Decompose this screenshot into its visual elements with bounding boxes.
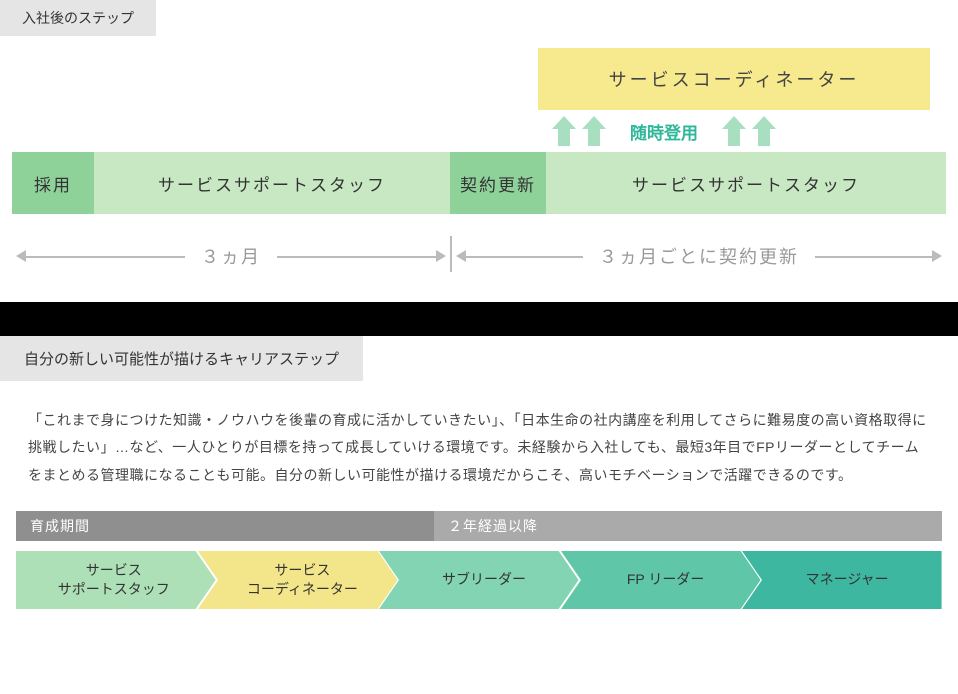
up-arrow-icon [722, 116, 746, 146]
segment-contract-renew: 契約更新 [450, 152, 546, 214]
promotion-label: 随時登用 [630, 119, 698, 144]
arrow-left-icon [456, 250, 466, 262]
segment-support-staff-2: サービスサポートスタッフ [546, 152, 946, 214]
career-step-chevron: FP リーダー [561, 551, 761, 609]
career-step-chevron: サブリーダー [379, 551, 579, 609]
onboarding-steps-section: 入社後のステップ サービスコーディネーター 随時登用 採用 サービスサポートスタ… [0, 0, 958, 302]
employment-flow-bar: 採用 サービスサポートスタッフ 契約更新 サービスサポートスタッフ [12, 152, 946, 214]
section-divider [0, 302, 958, 336]
career-step-chevron: サービス コーディネーター [198, 551, 398, 609]
career-step-chevron: マネージャー [742, 551, 942, 609]
timeline-right-label: ３ヵ月ごとに契約更新 [583, 243, 815, 269]
section2-tab: 自分の新しい可能性が描けるキャリアステップ [0, 336, 363, 381]
segment-adopt: 採用 [12, 152, 94, 214]
career-steps-section: 自分の新しい可能性が描けるキャリアステップ 「これまで身につけた知識・ノウハウを… [0, 336, 958, 629]
section2-body-text: 「これまで身につけた知識・ノウハウを後輩の育成に活かしていきたい」、「日本生命の… [0, 381, 958, 511]
timeline-left-label: ３ヵ月 [185, 243, 277, 269]
period-bar: 育成期間 ２年経過以降 [16, 511, 942, 541]
career-chevron-row: サービス サポートスタッフ サービス コーディネーター サブリーダー FP リーダー マ… [16, 551, 942, 609]
period-after-2-years: ２年経過以降 [434, 511, 942, 541]
career-step-label: FP リーダー [605, 570, 717, 589]
up-arrow-icon [752, 116, 776, 146]
section1-tab: 入社後のステップ [0, 0, 156, 36]
segment-support-staff-1: サービスサポートスタッフ [94, 152, 450, 214]
career-step-label: サービス サポートスタッフ [50, 561, 182, 599]
career-step-label: サブリーダー [420, 570, 538, 589]
career-step-label: サービス コーディネーター [225, 561, 370, 599]
arrow-right-icon [436, 250, 446, 262]
career-step-chevron: サービス サポートスタッフ [16, 551, 216, 609]
period-training: 育成期間 [16, 511, 434, 541]
timeline-left: ３ヵ月 [12, 242, 450, 270]
arrow-left-icon [16, 250, 26, 262]
promotion-arrow-row: 随時登用 [536, 110, 946, 152]
coordinator-box: サービスコーディネーター [538, 48, 930, 110]
timeline-row: ３ヵ月 ３ヵ月ごとに契約更新 [12, 240, 946, 272]
career-step-label: マネージャー [784, 570, 901, 589]
arrow-right-icon [932, 250, 942, 262]
flow-area: サービスコーディネーター 随時登用 [0, 36, 958, 152]
up-arrow-icon [552, 116, 576, 146]
up-arrow-icon [582, 116, 606, 146]
timeline-right: ３ヵ月ごとに契約更新 [452, 242, 946, 270]
